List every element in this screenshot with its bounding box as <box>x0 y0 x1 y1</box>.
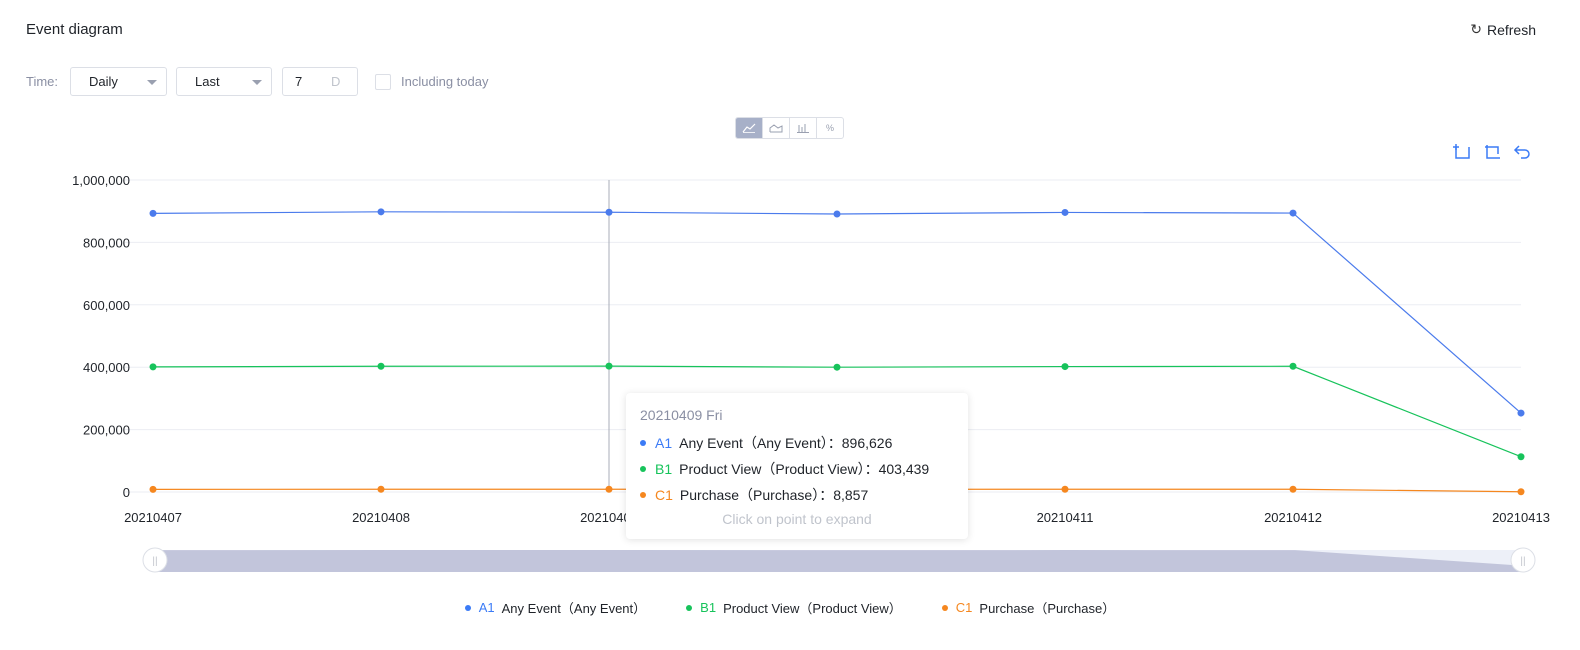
data-point-c1[interactable] <box>1061 485 1069 493</box>
data-point-c1[interactable] <box>377 485 385 493</box>
tooltip-value: Product View（Product View）：403,439 <box>679 461 930 477</box>
slider-data-shadow <box>155 550 1523 572</box>
tooltip-row-b1: B1 Product View（Product View）：403,439 <box>640 456 954 482</box>
tooltip-row-a1: A1 Any Event（Any Event）：896,626 <box>640 430 954 456</box>
x-tick-label: 20210412 <box>1264 510 1322 525</box>
chart-tooltip: 20210409 Fri A1 Any Event（Any Event）：896… <box>626 393 968 539</box>
legend-item-a1[interactable]: A1 Any Event（Any Event） <box>464 598 647 617</box>
slider-grip-left-icon: || <box>152 556 157 567</box>
y-tick-label: 200,000 <box>83 423 130 438</box>
legend-item-c1[interactable]: C1 Purchase（Purchase） <box>941 598 1116 617</box>
x-tick-label: 20210413 <box>1492 510 1550 525</box>
y-tick-label: 800,000 <box>83 235 130 250</box>
legend-dot-icon <box>464 604 471 611</box>
data-point-b1[interactable] <box>1517 453 1525 461</box>
legend-code: C1 <box>955 600 973 615</box>
x-tick-label: 20210411 <box>1037 510 1094 525</box>
data-point-c1[interactable] <box>1289 485 1297 493</box>
x-tick-label: 20210407 <box>124 510 182 525</box>
legend-label: Product View（Product View） <box>723 601 902 616</box>
data-point-b1[interactable] <box>1061 363 1069 371</box>
y-tick-label: 600,000 <box>83 298 130 313</box>
slider-grip-right-icon: || <box>1520 556 1525 567</box>
tooltip-row-c1: C1 Purchase（Purchase）：8,857 <box>640 482 954 508</box>
y-tick-label: 0 <box>123 485 130 500</box>
data-point-b1[interactable] <box>605 362 613 370</box>
data-point-a1[interactable] <box>377 208 385 216</box>
data-point-c1[interactable] <box>1517 488 1525 496</box>
legend-code: B1 <box>700 600 717 615</box>
data-point-b1[interactable] <box>377 362 385 370</box>
line-chart: 0 200,000 400,000 600,000 800,000 1,000,000 2… <box>72 173 1550 573</box>
data-point-a1[interactable] <box>833 210 841 218</box>
legend-label: Any Event（Any Event） <box>501 601 647 616</box>
series-dot-icon <box>640 440 646 446</box>
data-point-a1[interactable] <box>1061 208 1069 216</box>
series-dot-icon <box>640 466 646 472</box>
y-tick-label: 400,000 <box>83 360 130 375</box>
data-point-a1[interactable] <box>1289 209 1297 217</box>
x-tick-label: 20210408 <box>352 510 410 525</box>
tooltip-hint: Click on point to expand <box>722 511 872 527</box>
data-point-b1[interactable] <box>149 363 157 371</box>
chart-legend: A1 Any Event（Any Event） B1 Product View（… <box>0 598 1580 617</box>
tooltip-value: Any Event（Any Event）：896,626 <box>679 435 893 451</box>
data-point-b1[interactable] <box>833 363 841 371</box>
tooltip-value: Purchase（Purchase）：8,857 <box>679 487 869 503</box>
data-point-c1[interactable] <box>605 485 613 493</box>
tooltip-code: C1 <box>655 487 673 503</box>
data-point-b1[interactable] <box>1289 362 1297 370</box>
legend-dot-icon <box>686 604 693 611</box>
tooltip-date: 20210409 Fri <box>640 407 723 423</box>
series-dot-icon <box>640 492 646 498</box>
legend-code: A1 <box>478 600 495 615</box>
data-point-a1[interactable] <box>1517 409 1525 417</box>
tooltip-code: B1 <box>655 461 673 477</box>
y-tick-label: 1,000,000 <box>72 173 130 188</box>
tooltip-code: A1 <box>655 435 673 451</box>
legend-item-b1[interactable]: B1 Product View（Product View） <box>686 598 902 617</box>
legend-dot-icon <box>941 604 948 611</box>
data-point-c1[interactable] <box>149 485 157 493</box>
data-point-a1[interactable] <box>149 209 157 217</box>
data-point-a1[interactable] <box>605 208 613 216</box>
legend-label: Purchase（Purchase） <box>979 601 1116 616</box>
data-zoom-slider[interactable]: || || <box>142 547 1536 573</box>
